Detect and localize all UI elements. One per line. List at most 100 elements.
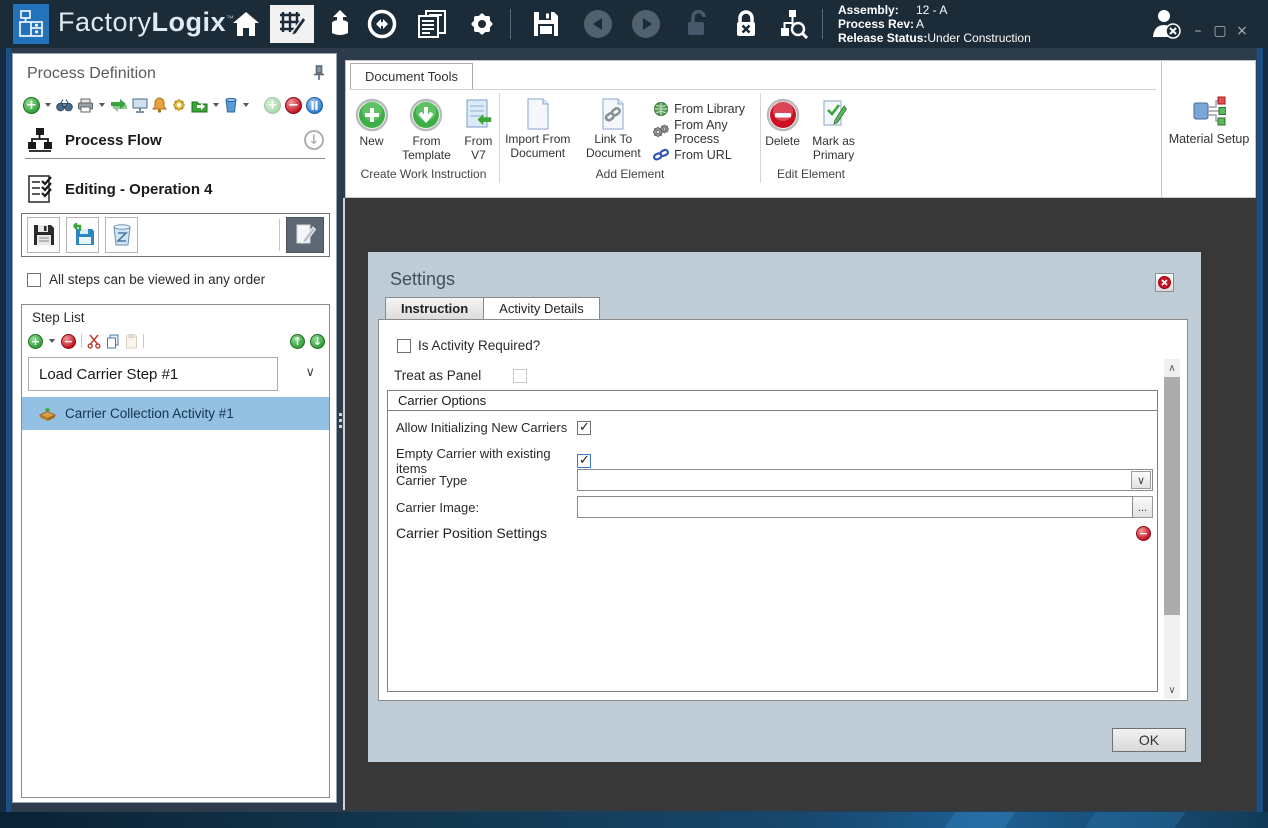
save-button[interactable] bbox=[528, 5, 564, 43]
find-button[interactable] bbox=[56, 98, 73, 113]
reports-button[interactable] bbox=[414, 5, 450, 43]
pause-button[interactable] bbox=[306, 97, 323, 114]
from-template-icon bbox=[409, 98, 443, 132]
minimize-button[interactable]: – bbox=[1188, 22, 1208, 40]
link-to-document-button[interactable]: Link To Document bbox=[584, 95, 644, 161]
import-data-button[interactable] bbox=[322, 5, 358, 43]
move-step-down-button[interactable]: ↓ bbox=[310, 334, 325, 349]
dialog-tabs: Instruction Activity Details bbox=[385, 297, 600, 320]
user-logout-button[interactable] bbox=[1148, 5, 1184, 43]
dialog-close-button[interactable] bbox=[1155, 273, 1174, 292]
ok-button[interactable]: OK bbox=[1112, 728, 1186, 752]
library-globe-icon bbox=[653, 101, 669, 117]
cut-button[interactable] bbox=[87, 334, 101, 349]
from-any-process-button[interactable]: From Any Process bbox=[653, 122, 758, 141]
edit-mode-button[interactable] bbox=[286, 217, 324, 253]
browse-image-button[interactable]: ... bbox=[1133, 496, 1153, 518]
is-activity-required-label: Is Activity Required? bbox=[418, 338, 540, 353]
combo-dropdown-icon[interactable]: ∨ bbox=[1131, 471, 1151, 489]
start-button[interactable]: + bbox=[264, 97, 281, 114]
group-create-work-instruction: New From Template From V7 Create Work In… bbox=[350, 91, 497, 185]
from-template-button[interactable]: From Template bbox=[399, 95, 454, 163]
add-step-dropdown-icon[interactable] bbox=[49, 339, 55, 343]
carrier-type-row: Carrier Type ∨ bbox=[396, 469, 1153, 491]
pin-icon[interactable] bbox=[312, 65, 326, 81]
process-editor-button[interactable] bbox=[270, 5, 314, 43]
scroll-up-icon[interactable]: ∧ bbox=[1164, 359, 1180, 377]
paste-button[interactable] bbox=[125, 334, 138, 349]
process-flow-row[interactable]: Process Flow ↓ bbox=[27, 124, 324, 156]
add-operation-button[interactable]: + bbox=[23, 97, 40, 114]
sync-button[interactable] bbox=[364, 5, 400, 43]
presentation-button[interactable] bbox=[132, 97, 148, 113]
material-setup-button[interactable]: Material Setup bbox=[1162, 61, 1256, 197]
step-expand-chevron-icon[interactable]: ∨ bbox=[305, 365, 315, 380]
activity-list-item-selected[interactable]: Carrier Collection Activity #1 bbox=[22, 397, 329, 430]
is-activity-required-row[interactable]: Is Activity Required? bbox=[397, 338, 540, 353]
process-flow-label: Process Flow bbox=[65, 132, 162, 149]
settings-gear-button[interactable] bbox=[464, 5, 500, 43]
splitter-grip[interactable] bbox=[339, 413, 342, 429]
forward-button[interactable] bbox=[628, 5, 664, 43]
delete-element-button[interactable]: Delete bbox=[763, 95, 802, 149]
recycle-button[interactable] bbox=[224, 97, 238, 113]
group-separator bbox=[499, 93, 500, 183]
from-url-button[interactable]: From URL bbox=[653, 145, 758, 164]
tab-instruction[interactable]: Instruction bbox=[385, 297, 483, 320]
carrier-type-combobox[interactable]: ∨ bbox=[577, 469, 1153, 491]
mark-primary-icon bbox=[820, 98, 848, 132]
add-operation-dropdown-icon[interactable] bbox=[45, 103, 51, 107]
import-operation-button[interactable] bbox=[66, 217, 99, 253]
back-button[interactable] bbox=[580, 5, 616, 43]
remove-position-button[interactable]: − bbox=[1136, 526, 1151, 541]
maximize-button[interactable]: ▢ bbox=[1210, 22, 1230, 40]
process-search-button[interactable] bbox=[776, 5, 812, 43]
alert-bell-button[interactable] bbox=[152, 97, 167, 113]
scroll-down-icon[interactable]: ∨ bbox=[1164, 681, 1180, 699]
home-button[interactable] bbox=[228, 5, 264, 43]
add-step-button[interactable]: + bbox=[28, 334, 43, 349]
save-operation-button[interactable] bbox=[27, 217, 60, 253]
collapse-arrow-icon[interactable]: ↓ bbox=[304, 130, 324, 150]
group-separator bbox=[760, 93, 761, 183]
copy-button[interactable] bbox=[106, 334, 120, 349]
lock-close-button[interactable] bbox=[728, 5, 764, 43]
unlock-button[interactable] bbox=[680, 5, 716, 43]
print-dropdown-icon[interactable] bbox=[99, 103, 105, 107]
carrier-image-input[interactable] bbox=[577, 496, 1133, 518]
mark-as-primary-button[interactable]: Mark as Primary bbox=[808, 95, 859, 163]
from-v7-button[interactable]: From V7 bbox=[460, 95, 497, 163]
url-chain-icon bbox=[653, 148, 669, 162]
export-button[interactable] bbox=[191, 98, 208, 113]
tab-document-tools[interactable]: Document Tools bbox=[350, 63, 473, 89]
stop-button[interactable]: − bbox=[285, 97, 302, 114]
print-button[interactable] bbox=[77, 98, 94, 113]
export-dropdown-icon[interactable] bbox=[213, 103, 219, 107]
tab-activity-details[interactable]: Activity Details bbox=[483, 297, 600, 320]
settings-gear-button[interactable] bbox=[171, 97, 187, 113]
close-button[interactable]: × bbox=[1232, 22, 1252, 40]
order-checkbox[interactable] bbox=[27, 273, 41, 287]
is-activity-required-checkbox[interactable] bbox=[397, 339, 411, 353]
from-library-button[interactable]: From Library bbox=[653, 99, 758, 118]
group-add-element: Import From Document Link To Document Fr… bbox=[502, 91, 758, 185]
empty-carrier-checkbox[interactable] bbox=[577, 454, 591, 468]
order-checkbox-row[interactable]: All steps can be viewed in any order bbox=[27, 272, 265, 287]
move-step-up-button[interactable]: ↑ bbox=[290, 334, 305, 349]
step-name-input[interactable] bbox=[28, 357, 278, 391]
checklist-icon bbox=[27, 174, 55, 204]
allow-initializing-row[interactable]: Allow Initializing New Carriers bbox=[396, 420, 591, 435]
delete-icon bbox=[766, 98, 800, 132]
reroute-button[interactable] bbox=[110, 98, 128, 113]
process-gears-icon bbox=[653, 124, 669, 140]
discard-operation-button[interactable] bbox=[105, 217, 138, 253]
remove-step-button[interactable]: − bbox=[61, 334, 76, 349]
scrollbar-thumb[interactable] bbox=[1164, 377, 1180, 615]
new-instruction-button[interactable]: New bbox=[350, 95, 393, 149]
titlebar-separator bbox=[510, 9, 511, 39]
recycle-dropdown-icon[interactable] bbox=[243, 103, 249, 107]
allow-initializing-checkbox[interactable] bbox=[577, 421, 591, 435]
ribbon-divider bbox=[350, 89, 1156, 90]
import-from-document-button[interactable]: Import From Document bbox=[502, 95, 574, 161]
vertical-scrollbar[interactable]: ∧ ∨ bbox=[1164, 359, 1180, 699]
